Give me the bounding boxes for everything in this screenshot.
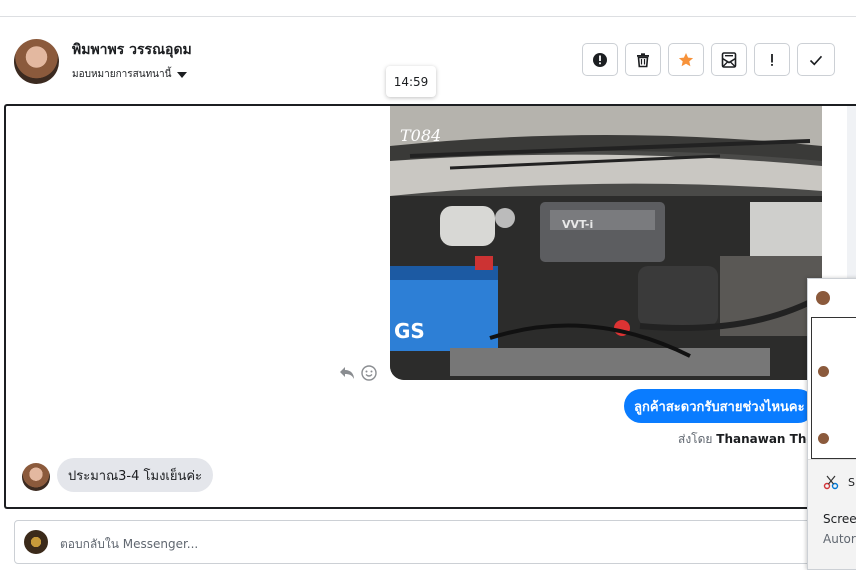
contact-avatar-small	[22, 463, 50, 491]
assign-label: มอบหมายการสนทนานี้	[72, 69, 172, 80]
engine-label: VVT-i	[562, 218, 593, 231]
assign-conversation-dropdown[interactable]: มอบหมายการสนทนานี้	[72, 67, 188, 82]
popup-avatar	[818, 366, 829, 377]
star-icon	[678, 52, 694, 66]
reply-icon[interactable]	[339, 366, 355, 380]
snip-title: Sn	[848, 476, 856, 489]
important-button[interactable]	[754, 43, 790, 76]
battery-label: GS	[394, 319, 425, 343]
photo-watermark: T084	[400, 126, 441, 145]
action-toolbar	[582, 43, 835, 76]
emoji-icon[interactable]	[361, 365, 377, 381]
timestamp-tooltip: 14:59	[386, 66, 436, 97]
incoming-message[interactable]: ประมาณ3-4 โมงเย็นค่ะ	[57, 458, 214, 492]
snipping-tool-notification[interactable]: Sn Scree Autor	[808, 459, 856, 569]
star-button[interactable]	[668, 43, 704, 76]
spam-button[interactable]	[582, 43, 618, 76]
page-avatar	[24, 530, 48, 554]
inbox-move-icon	[721, 51, 737, 68]
scrollbar[interactable]	[847, 106, 856, 296]
exclamation-icon	[771, 53, 773, 66]
engine-bay-photo[interactable]: T084 VVT-i GS	[390, 106, 822, 380]
message-actions	[339, 365, 377, 381]
reply-composer[interactable]: ตอบกลับใน Messenger...	[14, 520, 856, 564]
sent-by-prefix: ส่งโดย	[678, 432, 713, 446]
outgoing-message[interactable]: ลูกค้าสะดวกรับสายช่วงไหนคะ	[624, 389, 815, 423]
popup-avatar	[818, 433, 829, 444]
conversation-panel: T084 VVT-i GS ลูกค้าสะดวกรับสายช่วงไหนคะ…	[4, 104, 856, 509]
delete-button[interactable]	[625, 43, 661, 76]
popup-avatar	[816, 291, 830, 305]
contact-name[interactable]: พิมพาพร วรรณอุดม	[72, 39, 192, 61]
reply-input-placeholder[interactable]: ตอบกลับใน Messenger...	[60, 535, 198, 554]
contact-avatar[interactable]	[14, 39, 59, 84]
engine-bay-image: T084 VVT-i GS	[390, 106, 822, 380]
trash-icon	[637, 52, 649, 67]
move-to-inbox-button[interactable]	[711, 43, 747, 76]
popup-conversation	[811, 317, 856, 459]
top-bar	[0, 0, 856, 17]
scissors-icon	[823, 475, 839, 490]
snip-line-1: Scree	[823, 512, 856, 526]
sent-by-label: ส่งโดย Thanawan Thon	[678, 430, 823, 449]
checkmark-icon	[809, 55, 823, 65]
done-button[interactable]	[797, 43, 835, 76]
caret-down-icon	[177, 71, 188, 78]
overlay-chat-popup[interactable]: Sn Scree Autor	[807, 278, 856, 570]
alert-circle-icon	[593, 52, 607, 67]
snip-line-2: Autor	[823, 532, 856, 546]
